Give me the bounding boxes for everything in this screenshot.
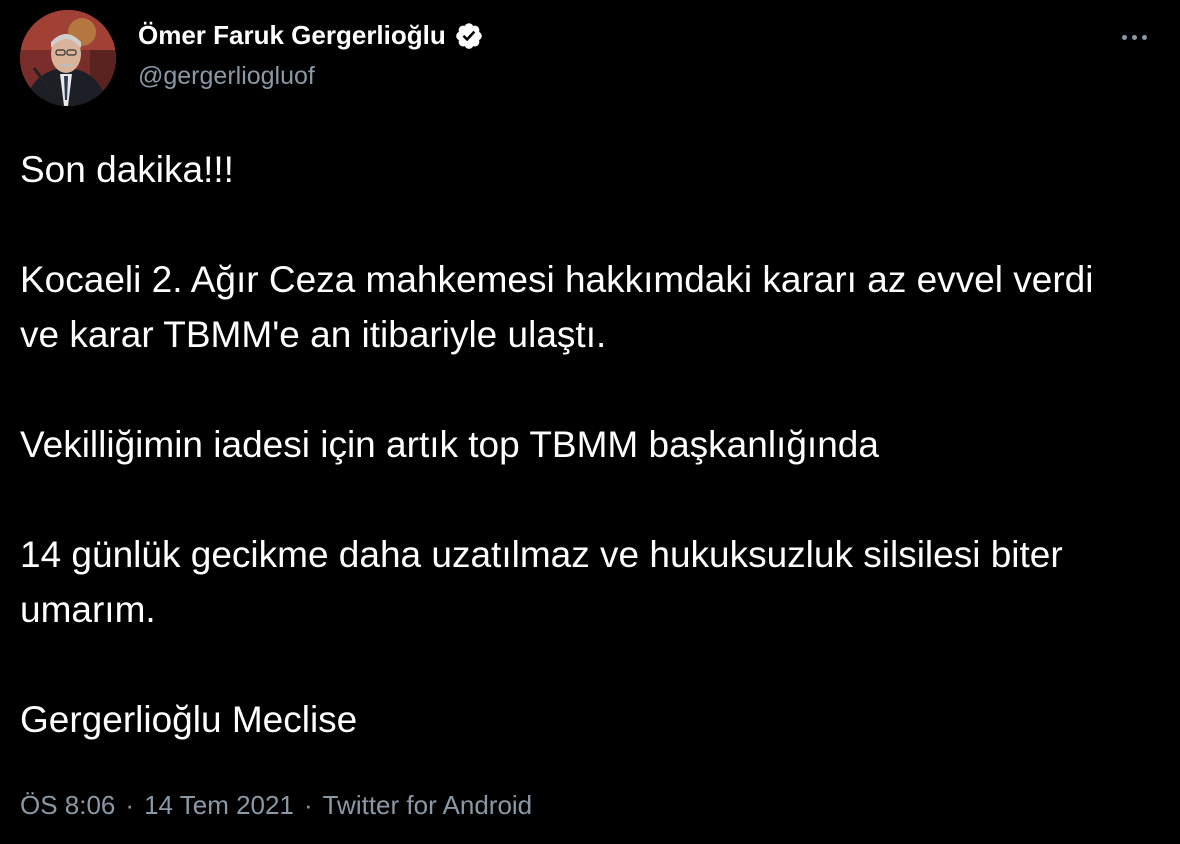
more-options-icon bbox=[1131, 34, 1137, 40]
tweet-paragraph: Kocaeli 2. Ağır Ceza mahkemesi hakkımdak… bbox=[20, 259, 1094, 355]
tweet-text: Son dakika!!! Kocaeli 2. Ağır Ceza mahke… bbox=[20, 142, 1140, 747]
meta-separator: · bbox=[303, 790, 313, 820]
tweet-date[interactable]: 14 Tem 2021 bbox=[144, 790, 294, 821]
more-options-icon bbox=[1141, 34, 1147, 40]
tweet-paragraph: Vekilliğimin iadesi için artık top TBMM … bbox=[20, 424, 879, 465]
more-options-icon bbox=[1121, 34, 1127, 40]
avatar-photo bbox=[20, 10, 116, 106]
author-name[interactable]: Ömer Faruk Gergerlioğlu bbox=[138, 20, 484, 51]
verified-badge-icon bbox=[455, 22, 482, 49]
more-options-button[interactable] bbox=[1114, 22, 1154, 52]
avatar[interactable] bbox=[20, 10, 116, 106]
tweet-paragraph: Gergerlioğlu Meclise bbox=[20, 699, 358, 740]
tweet-time[interactable]: ÖS 8:06 bbox=[20, 790, 115, 821]
tweet-metadata: ÖS 8:06 · 14 Tem 2021 · Twitter for Andr… bbox=[20, 790, 532, 821]
tweet-card: Ömer Faruk Gergerlioğlu @gergerliogluof … bbox=[0, 0, 1180, 844]
author-name-text: Ömer Faruk Gergerlioğlu bbox=[138, 20, 446, 50]
meta-separator: · bbox=[125, 790, 135, 820]
tweet-paragraph: Son dakika!!! bbox=[20, 149, 234, 190]
tweet-paragraph: 14 günlük gecikme daha uzatılmaz ve huku… bbox=[20, 534, 1063, 630]
tweet-source[interactable]: Twitter for Android bbox=[323, 790, 533, 821]
author-handle[interactable]: @gergerliogluof bbox=[138, 62, 315, 91]
